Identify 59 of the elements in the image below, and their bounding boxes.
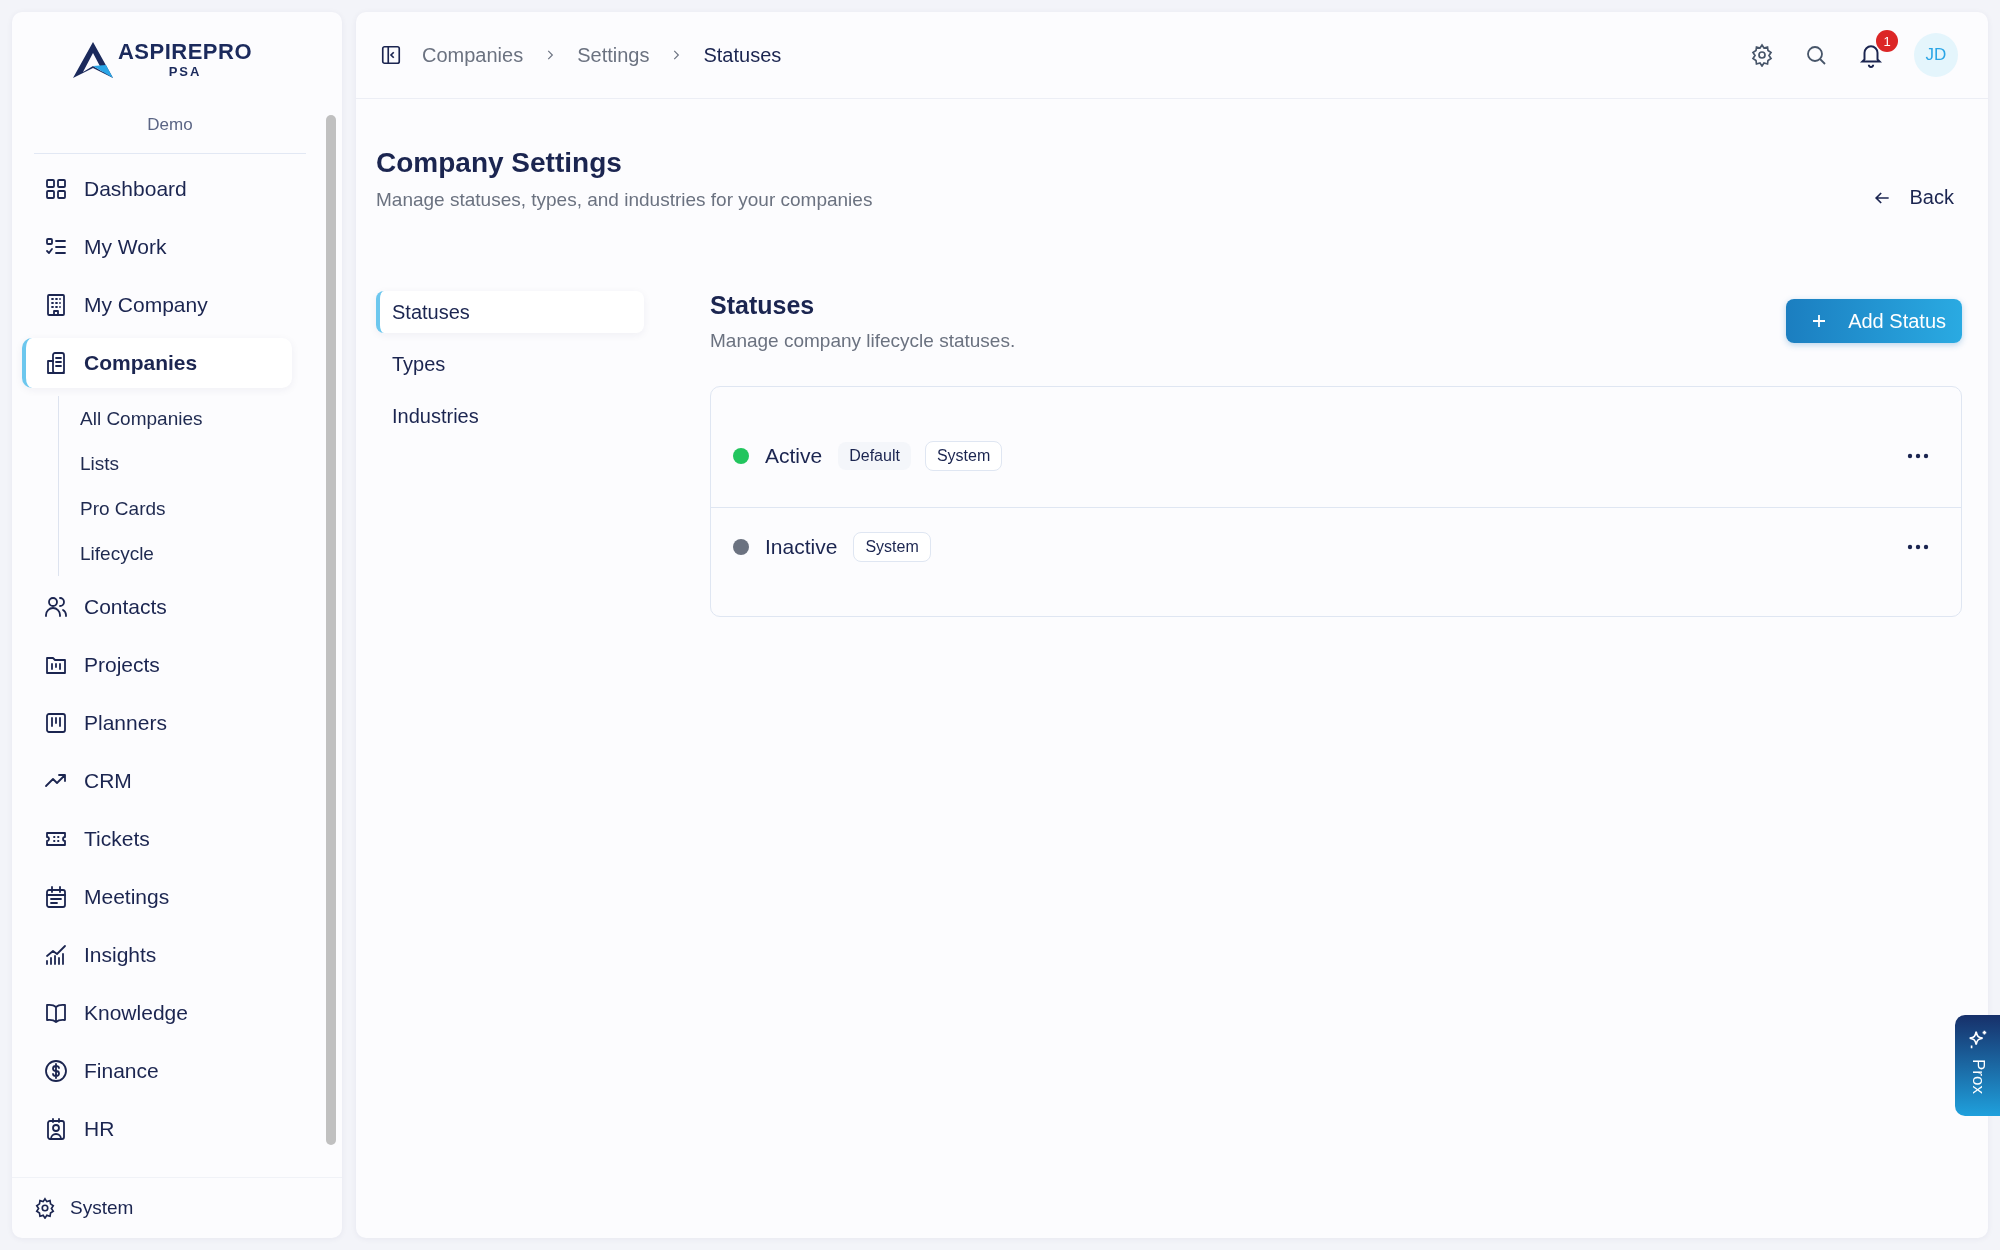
submenu-item[interactable]: Lists xyxy=(80,441,326,486)
status-tag: System xyxy=(924,441,1003,471)
calendar-icon xyxy=(44,885,68,909)
status-name: Active xyxy=(765,444,823,468)
sidebar-item[interactable]: Finance xyxy=(22,1046,292,1096)
book-icon xyxy=(44,1001,68,1025)
sidebar-item[interactable]: Dashboard xyxy=(22,164,292,214)
settings-tab[interactable]: Types xyxy=(376,343,644,385)
people-icon xyxy=(44,595,68,619)
badge-icon xyxy=(44,1117,68,1141)
sidebar-item[interactable]: Tickets xyxy=(22,814,292,864)
building-icon xyxy=(44,293,68,317)
more-options-icon[interactable] xyxy=(1907,453,1929,459)
bar-chart-icon xyxy=(44,943,68,967)
breadcrumb-link[interactable]: Companies xyxy=(422,43,524,67)
settings-icon[interactable] xyxy=(1750,43,1774,67)
sidebar-item[interactable]: Planners xyxy=(22,698,292,748)
logo-subtitle: PSA xyxy=(168,65,202,78)
assistant-tab[interactable]: Prox xyxy=(1955,1015,2000,1116)
settings-tab[interactable]: Statuses xyxy=(376,291,644,333)
grid-icon xyxy=(44,177,68,201)
bell-icon[interactable] xyxy=(1858,42,1884,68)
submenu-item[interactable]: Pro Cards xyxy=(80,486,326,531)
sidebar-item[interactable]: Projects xyxy=(22,640,292,690)
office-icon xyxy=(44,351,68,375)
section-subtitle: Manage company lifecycle statuses. xyxy=(710,330,1016,352)
sidebar-toggle-icon[interactable] xyxy=(380,44,402,66)
sidebar-item[interactable]: My Work xyxy=(22,222,292,272)
breadcrumb-link[interactable]: Statuses xyxy=(703,43,782,67)
status-name: Inactive xyxy=(765,535,838,559)
status-tag: System xyxy=(853,532,931,562)
sidebar-item[interactable]: Companies xyxy=(22,338,292,388)
sidebar-item[interactable]: Insights xyxy=(22,930,292,980)
sidebar-item[interactable]: CRM xyxy=(22,756,292,806)
section-title: Statuses xyxy=(710,291,816,320)
notification-badge: 1 xyxy=(1876,30,1898,52)
page-title: Company Settings xyxy=(376,147,623,179)
sidebar-item[interactable]: HR xyxy=(22,1104,292,1154)
more-options-icon[interactable] xyxy=(1907,544,1929,550)
sidebar-item[interactable]: Meetings xyxy=(22,872,292,922)
page-subtitle: Manage statuses, types, and industries for your companies xyxy=(376,189,873,211)
sidebar-item[interactable]: Contacts xyxy=(22,582,292,632)
workspace-name: Demo xyxy=(34,115,306,154)
settings-icon xyxy=(34,1197,56,1219)
sidebar-item[interactable]: Knowledge xyxy=(22,988,292,1038)
dollar-icon xyxy=(44,1059,68,1083)
submenu-item[interactable]: All Companies xyxy=(80,396,326,441)
settings-tab[interactable]: Industries xyxy=(376,395,644,437)
logo-name: ASPIREPRO xyxy=(117,41,253,63)
search-icon[interactable] xyxy=(1804,43,1828,67)
board-icon xyxy=(44,711,68,735)
system-menu-item[interactable]: System xyxy=(12,1177,342,1238)
scrollbar[interactable] xyxy=(326,115,336,1145)
submenu-item[interactable]: Lifecycle xyxy=(80,531,326,576)
logo-icon xyxy=(71,40,114,79)
back-button[interactable]: Back xyxy=(1871,186,1954,211)
status-tag: Default xyxy=(838,442,911,470)
breadcrumb-link[interactable]: Settings xyxy=(577,43,650,67)
sidebar-item[interactable]: My Company xyxy=(22,280,292,330)
